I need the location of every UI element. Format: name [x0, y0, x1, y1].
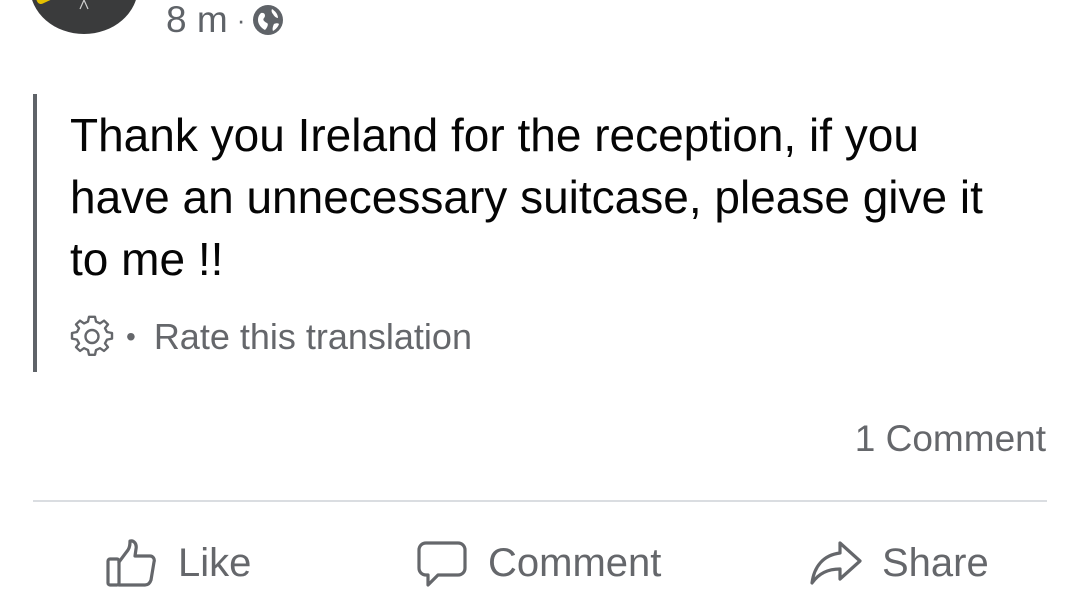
share-arrow-icon	[810, 541, 862, 585]
meta-separator: ·	[236, 4, 246, 35]
rate-separator: •	[126, 321, 136, 352]
post-meta: 8 m ·	[166, 0, 284, 42]
post-actions-bar: Like Comment Share	[0, 530, 1080, 596]
gear-icon[interactable]	[70, 315, 114, 359]
post-text: Thank you Ireland for the reception, if …	[70, 109, 983, 285]
avatar-mark-icon	[79, 0, 89, 10]
post-timestamp[interactable]: 8 m	[166, 0, 228, 41]
actions-divider	[33, 500, 1047, 502]
comment-button[interactable]: Comment	[414, 530, 661, 596]
speech-bubble-icon	[417, 541, 467, 587]
share-button[interactable]: Share	[808, 530, 989, 596]
avatar-accent	[34, 0, 56, 6]
rate-translation-link[interactable]: Rate this translation	[154, 316, 472, 358]
rate-translation-row[interactable]: • Rate this translation	[70, 312, 472, 362]
translation-quote-bar	[33, 94, 37, 372]
comment-count[interactable]: 1 Comment	[855, 418, 1046, 460]
like-label: Like	[178, 540, 252, 585]
author-avatar[interactable]	[30, 0, 138, 34]
share-label: Share	[882, 540, 989, 585]
globe-icon[interactable]	[252, 4, 284, 36]
like-button[interactable]: Like	[104, 530, 251, 596]
thumbs-up-icon	[106, 539, 156, 587]
comment-label: Comment	[488, 540, 662, 585]
